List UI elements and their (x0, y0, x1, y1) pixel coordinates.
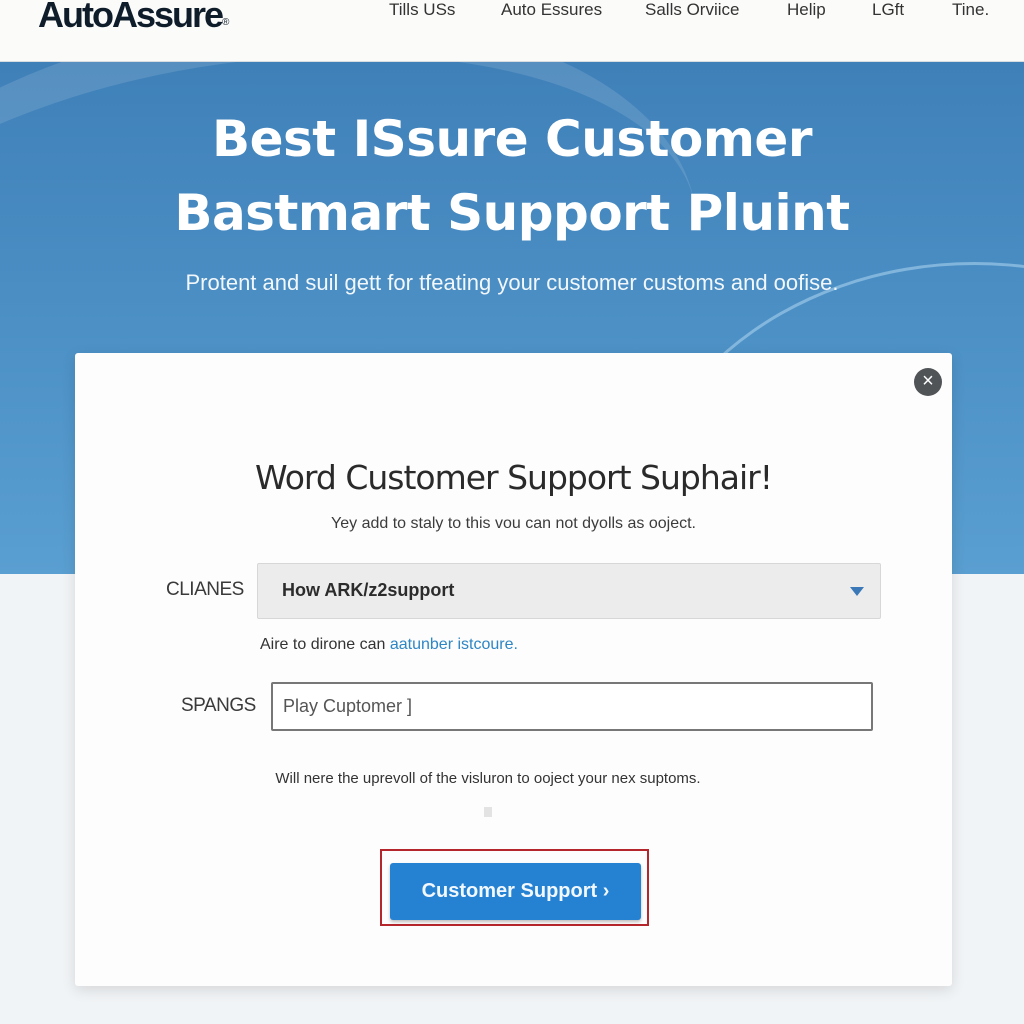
nav-item-salls-orviice[interactable]: Salls Orviice (645, 0, 739, 20)
select-hint: Aire to dirone can aatunber istcoure. (260, 636, 518, 654)
customer-support-button[interactable]: Customer Support › (390, 863, 641, 920)
decorative-dot (484, 807, 492, 817)
hint-link[interactable]: aatunber istcoure. (390, 636, 518, 653)
chevron-down-icon (850, 587, 864, 596)
nav-item-helip[interactable]: Helip (787, 0, 826, 20)
close-button[interactable]: × (914, 368, 942, 396)
hero-subtitle: Protent and suil gett for tfeating your … (185, 270, 839, 295)
modal-subtitle: Yey add to staly to this vou can not dyo… (331, 515, 696, 532)
select-label: CLIANES (166, 579, 244, 600)
nav-item-tills-us[interactable]: Tills USs (389, 0, 455, 20)
close-icon: × (922, 370, 934, 392)
customer-input[interactable] (271, 682, 873, 731)
modal-note: Will nere the uprevoll of the visluron t… (275, 770, 701, 787)
select-value: How ARK/z2support (282, 580, 455, 600)
nav-item-auto-essures[interactable]: Auto Essures (501, 0, 602, 20)
nav-item-lgft[interactable]: LGft (872, 0, 904, 20)
input-label: SPANGS (181, 695, 256, 716)
support-type-select[interactable]: How ARK/z2support (257, 563, 881, 619)
nav-item-tine[interactable]: Tine. (952, 0, 989, 20)
hero-title-line-1: Best ISsure Customer (211, 110, 813, 168)
hero-title-line-2: Bastmart Support Pluint (174, 184, 850, 242)
main-nav: Tills USs Auto Essures Salls Orviice Hel… (0, 0, 1024, 24)
top-navigation-bar: AutoAssure® Tills USs Auto Essures Salls… (0, 0, 1024, 62)
support-modal: × Word Customer Support Suphair! Yey add… (75, 353, 952, 986)
hint-text: Aire to dirone can (260, 636, 390, 653)
modal-title: Word Customer Support Suphair! (255, 458, 773, 497)
